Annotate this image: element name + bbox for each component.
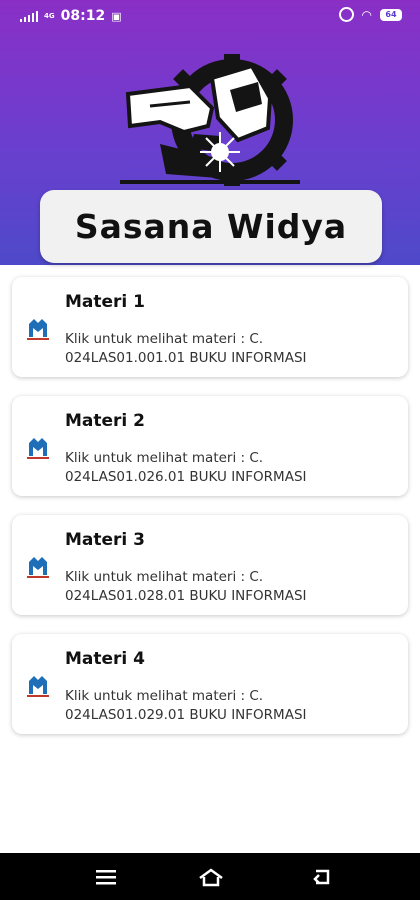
material-icon: [27, 676, 49, 697]
material-icon: [27, 438, 49, 459]
status-bar: 4G 08:12 ▣ ◠ 64: [0, 0, 420, 32]
notification-icon: ▣: [111, 9, 122, 23]
alarm-icon: [338, 7, 354, 22]
status-time: 08:12: [60, 8, 106, 24]
material-title: Materi 4: [65, 649, 146, 669]
back-icon[interactable]: [310, 867, 332, 887]
menu-icon[interactable]: [95, 867, 117, 887]
material-title: Materi 1: [65, 292, 146, 312]
material-description: Klik untuk melihat materi : C. 024LAS01.…: [65, 688, 307, 723]
system-nav-bar: [0, 853, 420, 900]
welder-logo: [120, 54, 300, 186]
material-item-1[interactable]: Materi 1 Klik untuk melihat materi : C. …: [12, 277, 408, 377]
material-description: Klik untuk melihat materi : C. 024LAS01.…: [65, 569, 307, 604]
network-type: 4G: [44, 11, 55, 20]
material-title: Materi 3: [65, 530, 146, 550]
material-icon: [27, 557, 49, 578]
app-title-box: Sasana Widya: [40, 190, 382, 263]
material-item-4[interactable]: Materi 4 Klik untuk melihat materi : C. …: [12, 634, 408, 734]
material-item-2[interactable]: Materi 2 Klik untuk melihat materi : C. …: [12, 396, 408, 496]
home-icon[interactable]: [198, 867, 224, 887]
material-description: Klik untuk melihat materi : C. 024LAS01.…: [65, 331, 307, 366]
battery-icon: 64: [380, 8, 402, 21]
app-header: 4G 08:12 ▣ ◠ 64 Sasana Widya: [0, 0, 420, 265]
material-title: Materi 2: [65, 411, 146, 431]
signal-icon: [20, 10, 38, 22]
material-icon: [27, 319, 49, 340]
wifi-icon: ◠: [361, 7, 372, 22]
material-item-3[interactable]: Materi 3 Klik untuk melihat materi : C. …: [12, 515, 408, 615]
app-title: Sasana Widya: [74, 207, 348, 246]
material-description: Klik untuk melihat materi : C. 024LAS01.…: [65, 450, 307, 485]
